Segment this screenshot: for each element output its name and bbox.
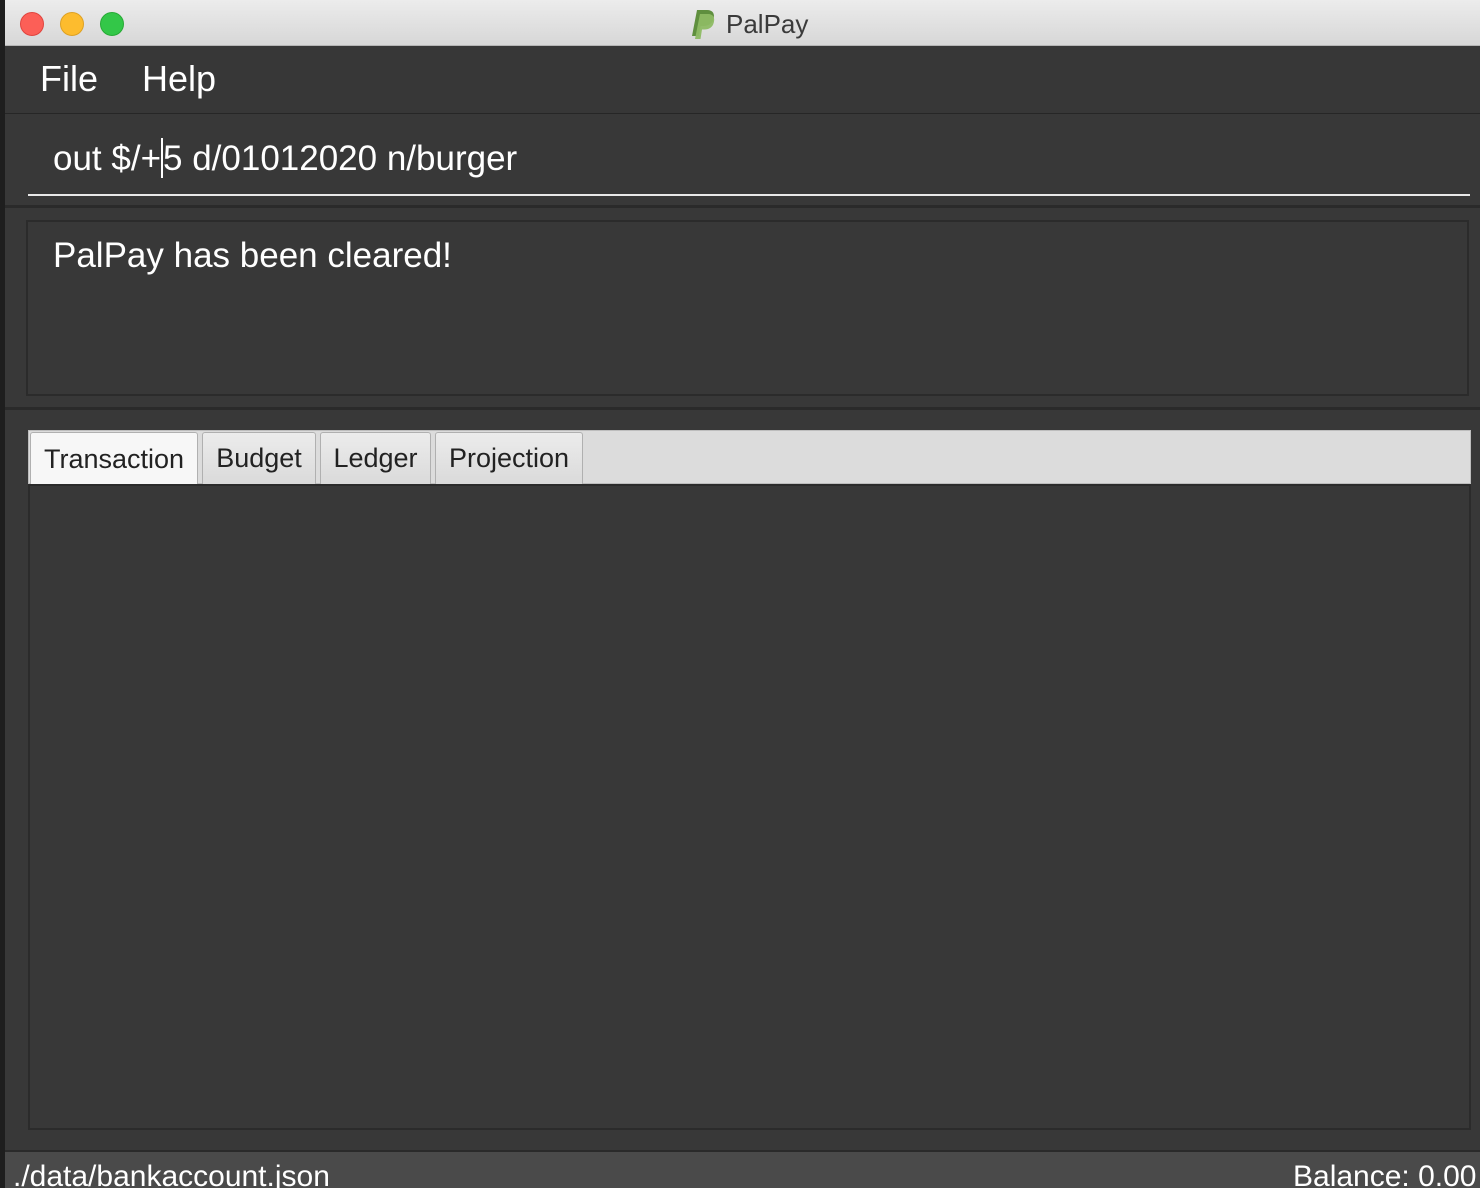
result-display-area: PalPay has been cleared!	[5, 208, 1480, 410]
menu-file[interactable]: File	[40, 58, 98, 100]
menu-help[interactable]: Help	[142, 58, 216, 100]
command-text-after-cursor: 5 d/01012020 n/burger	[163, 139, 518, 178]
command-input[interactable]: out $/+5 d/01012020 n/burger	[28, 114, 1470, 196]
palpay-window: PalPay File Help out $/+5 d/01012020 n/b…	[5, 0, 1480, 1188]
tab-budget[interactable]: Budget	[202, 432, 316, 484]
menu-bar: File Help	[5, 46, 1480, 114]
tab-projection[interactable]: Projection	[435, 432, 583, 484]
title-bar[interactable]: PalPay	[5, 0, 1480, 46]
transaction-list-panel[interactable]	[28, 484, 1471, 1130]
zoom-window-icon[interactable]	[100, 12, 124, 36]
minimize-window-icon[interactable]	[60, 12, 84, 36]
paypal-logo-icon	[692, 10, 715, 39]
tab-header: Transaction Budget Ledger Projection	[28, 430, 1471, 485]
status-file-path: ./data/bankaccount.json	[13, 1160, 330, 1188]
window-title-group: PalPay	[688, 8, 808, 40]
status-balance: Balance: 0.00	[1293, 1160, 1477, 1188]
window-title: PalPay	[726, 8, 809, 39]
result-message: PalPay has been cleared!	[53, 236, 452, 275]
result-display[interactable]: PalPay has been cleared!	[26, 220, 1469, 396]
command-text-before-cursor: out $/+	[53, 139, 162, 178]
tab-ledger[interactable]: Ledger	[320, 432, 431, 484]
command-text: out $/+5 d/01012020 n/burger	[53, 138, 517, 179]
tab-transaction[interactable]: Transaction	[30, 432, 198, 485]
tab-pane: Transaction Budget Ledger Projection	[28, 430, 1471, 1132]
close-window-icon[interactable]	[20, 12, 44, 36]
command-box-area: out $/+5 d/01012020 n/burger	[5, 114, 1480, 208]
status-bar: ./data/bankaccount.json Balance: 0.00	[5, 1150, 1480, 1188]
